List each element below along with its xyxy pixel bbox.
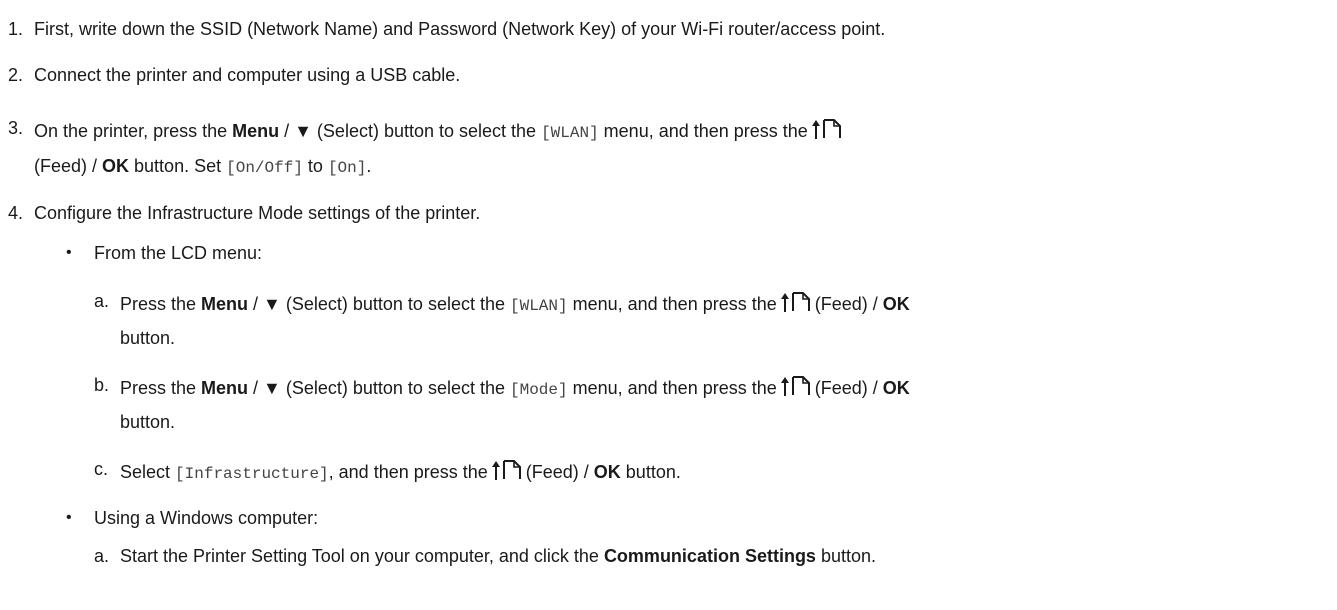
ok-button-label: OK	[102, 156, 130, 176]
step-3-text: .	[366, 156, 372, 176]
infrastructure-code: [Infrastructure]	[175, 465, 329, 483]
wlan-menu-code: [WLAN]	[541, 124, 599, 142]
feed-icon	[780, 292, 810, 312]
feed-icon	[491, 460, 521, 480]
lcd-menu-heading: From the LCD menu:	[94, 243, 263, 263]
step-number: 2.	[8, 65, 24, 85]
feed-icon	[780, 376, 810, 396]
ok-button-label: OK	[882, 294, 910, 314]
lcd-step-b-text: (Feed) /	[814, 378, 883, 398]
lcd-step-b-text: menu, and then press the	[567, 378, 777, 398]
bullet-mark: •	[66, 244, 72, 261]
windows-step-a-line: Start the Printer Setting Tool on your c…	[120, 545, 876, 567]
lcd-step-b-line-2: button.	[120, 412, 176, 432]
lcd-step-c-text: (Feed) /	[525, 462, 594, 482]
lcd-step-c-line: Select [Infrastructure], and then press …	[120, 458, 681, 485]
lcd-step-c-text: Select	[120, 462, 176, 482]
mode-menu-code: [Mode]	[510, 381, 568, 399]
lcd-step-a-text: (Feed) /	[814, 294, 883, 314]
bullet-mark: •	[66, 509, 72, 526]
step-3-text: to	[302, 156, 328, 176]
lcd-step-a-line-1: Press the Menu / ▼ (Select) button to se…	[120, 290, 910, 317]
wlan-menu-code: [WLAN]	[510, 297, 568, 315]
step-2-text: Connect the printer and computer using a…	[34, 65, 461, 85]
substep-letter: c.	[94, 459, 109, 479]
on-off-code: [On/Off]	[226, 159, 303, 177]
step-number: 3.	[8, 118, 24, 138]
lcd-step-c-text: button.	[620, 462, 681, 482]
communication-settings-label: Communication Settings	[603, 546, 816, 566]
step-3-line-2: (Feed) / OK button. Set [On/Off] to [On]…	[34, 155, 371, 179]
step-3-text: button. Set	[129, 156, 227, 176]
lcd-step-c-text: , and then press the	[328, 462, 488, 482]
step-number: 4.	[8, 203, 24, 223]
windows-heading: Using a Windows computer:	[94, 508, 319, 528]
lcd-step-a-text: menu, and then press the	[567, 294, 777, 314]
feed-icon	[811, 119, 841, 139]
step-3-text: On the printer, press the	[34, 121, 233, 141]
step-4-text: Configure the Infrastructure Mode settin…	[34, 203, 481, 223]
step-3-line-1: On the printer, press the Menu / ▼ (Sele…	[34, 117, 846, 144]
lcd-step-b-line-1: Press the Menu / ▼ (Select) button to se…	[120, 374, 910, 401]
step-number: 1.	[8, 19, 24, 39]
lcd-step-b-text: / ▼ (Select) button to select the	[248, 378, 510, 398]
lcd-step-a-text: / ▼ (Select) button to select the	[248, 294, 510, 314]
windows-step-a-text: button.	[815, 546, 876, 566]
lcd-step-b-text: Press the	[120, 378, 202, 398]
step-3-text: (Feed) /	[34, 156, 103, 176]
substep-letter: b.	[94, 375, 110, 395]
ok-button-label: OK	[882, 378, 910, 398]
step-3-text: menu, and then press the	[598, 121, 808, 141]
menu-button-label: Menu	[201, 294, 249, 314]
substep-letter: a.	[94, 546, 110, 566]
step-3-text: / ▼ (Select) button to select the	[279, 121, 542, 141]
on-code: [On]	[327, 159, 367, 177]
windows-step-a-text: Start the Printer Setting Tool on your c…	[120, 546, 604, 566]
lcd-step-a-line-2: button.	[120, 328, 176, 348]
step-1-text: First, write down the SSID (Network Name…	[34, 19, 886, 39]
menu-button-label: Menu	[201, 378, 249, 398]
menu-button-label: Menu	[232, 121, 280, 141]
ok-button-label: OK	[593, 462, 621, 482]
substep-letter: a.	[94, 291, 110, 311]
lcd-step-a-text: Press the	[120, 294, 202, 314]
